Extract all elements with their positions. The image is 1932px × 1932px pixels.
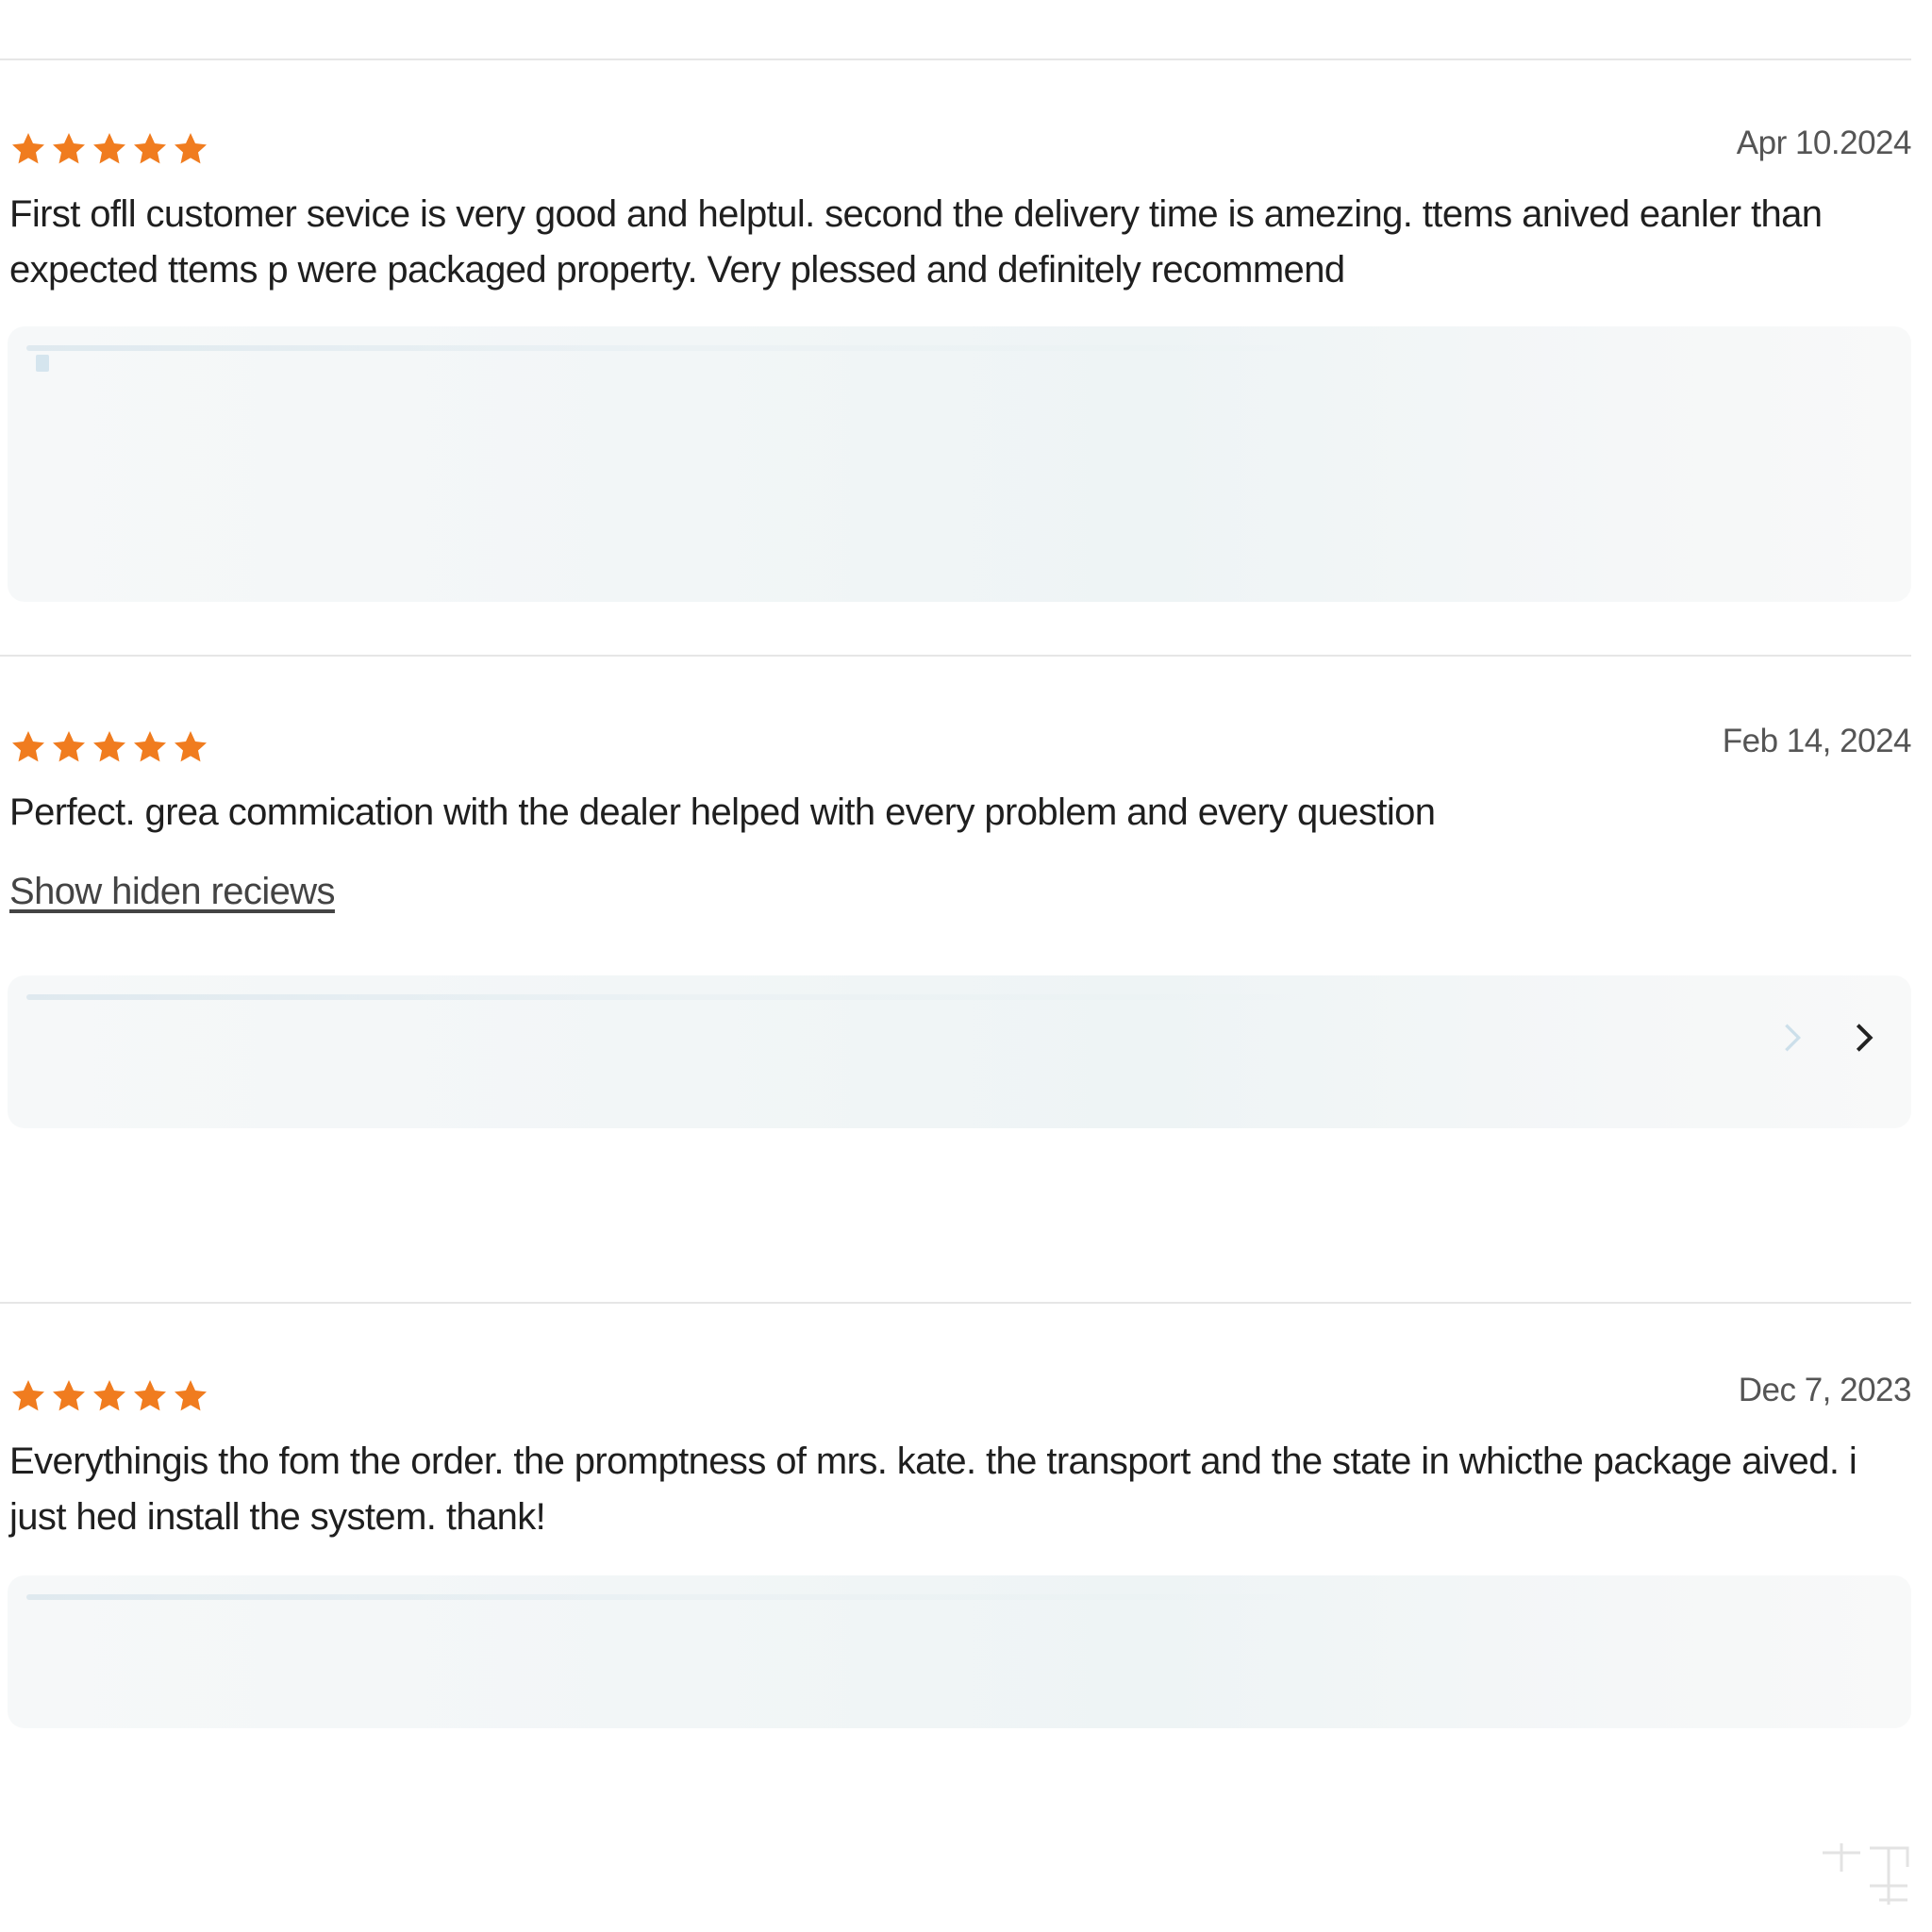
star-icon bbox=[172, 728, 209, 766]
review-photos-strip[interactable] bbox=[8, 1575, 1911, 1728]
chevron-right-icon[interactable] bbox=[1845, 1019, 1883, 1057]
review-text: Perfect. grea commication with the deale… bbox=[9, 791, 1436, 833]
star-rating bbox=[9, 728, 209, 766]
photo-thumbnail[interactable] bbox=[36, 355, 49, 372]
chevron-right-faded-icon[interactable] bbox=[1774, 1019, 1811, 1057]
photo-thumbnail-row bbox=[26, 1594, 1347, 1600]
review-date: Apr 10.2024 bbox=[1736, 125, 1912, 161]
star-icon bbox=[50, 728, 88, 766]
star-icon bbox=[50, 1377, 88, 1415]
review-card: Apr 10.2024 First ofll customer sevice i… bbox=[9, 125, 1912, 298]
star-icon bbox=[9, 728, 47, 766]
review-header: Apr 10.2024 bbox=[9, 125, 1912, 187]
star-icon bbox=[131, 130, 169, 168]
divider-top bbox=[0, 58, 1911, 60]
review-photos-strip[interactable] bbox=[8, 975, 1911, 1128]
star-icon bbox=[91, 728, 128, 766]
photo-thumbnail-row bbox=[26, 994, 1347, 1000]
review-card: Dec 7, 2023 Everythingis tho fom the ord… bbox=[9, 1372, 1912, 1545]
watermark-icon bbox=[1823, 1843, 1909, 1905]
star-icon bbox=[91, 1377, 128, 1415]
reviews-page: Apr 10.2024 First ofll customer sevice i… bbox=[0, 0, 1932, 1932]
star-icon bbox=[9, 1377, 47, 1415]
photo-thumbnail-row bbox=[26, 345, 1347, 351]
divider bbox=[0, 1302, 1911, 1304]
star-icon bbox=[131, 1377, 169, 1415]
review-date: Dec 7, 2023 bbox=[1738, 1372, 1912, 1408]
star-icon bbox=[172, 130, 209, 168]
star-icon bbox=[172, 1377, 209, 1415]
star-icon bbox=[131, 728, 169, 766]
review-text: Everythingis tho fom the order. the prom… bbox=[9, 1441, 1857, 1538]
review-header: Dec 7, 2023 bbox=[9, 1372, 1912, 1434]
review-text: First ofll customer sevice is very good … bbox=[9, 193, 1823, 291]
show-hidden-reviews-link[interactable]: Show hiden reciews bbox=[9, 871, 336, 913]
review-date: Feb 14, 2024 bbox=[1722, 723, 1912, 759]
review-card: Feb 14, 2024 Perfect. grea commication w… bbox=[9, 723, 1912, 913]
review-photos-strip[interactable] bbox=[8, 326, 1911, 602]
review-header: Feb 14, 2024 bbox=[9, 723, 1912, 785]
star-icon bbox=[91, 130, 128, 168]
divider bbox=[0, 655, 1911, 657]
star-icon bbox=[50, 130, 88, 168]
star-icon bbox=[9, 130, 47, 168]
star-rating bbox=[9, 1377, 209, 1415]
star-rating bbox=[9, 130, 209, 168]
